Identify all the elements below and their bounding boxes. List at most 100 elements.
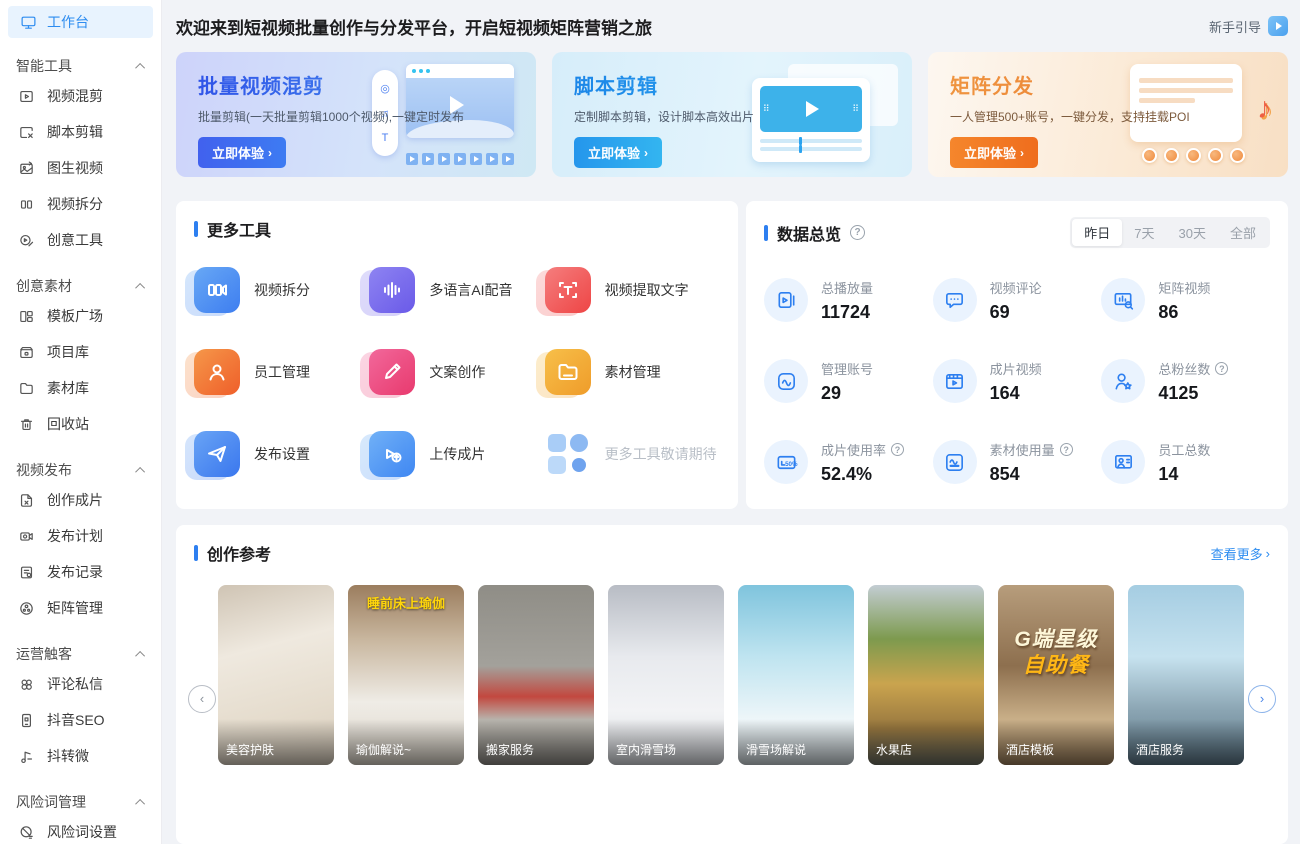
tool-more-coming[interactable]: 更多工具敬请期待 [545,431,720,477]
staff-management-icon [194,349,240,395]
sidebar-item-video-mix[interactable]: 视频混剪 [0,78,161,114]
sidebar-section-video-publish[interactable]: 视频发布 [0,458,161,482]
chevron-right-icon: › [1020,146,1024,160]
sidebar-item-label: 素材库 [47,378,89,398]
douyin-to-wechat-icon [18,748,35,765]
chevron-up-icon [135,466,145,476]
more-tools-icon [545,431,591,477]
help-icon[interactable]: ? [850,225,865,240]
try-now-button[interactable]: 立即体验› [950,137,1038,168]
finished-video-icon [933,359,977,403]
video-caption: 酒店服务 [1128,719,1244,765]
tab-30-days[interactable]: 30天 [1167,219,1218,246]
sidebar-section-creative-material[interactable]: 创意素材 [0,274,161,298]
video-thumb-skincare[interactable]: 美容护肤 [218,585,334,765]
material-usage-icon [933,440,977,484]
newbie-guide-button[interactable]: 新手引导 [1209,16,1288,36]
sidebar-item-creative-tools[interactable]: 创意工具 [0,222,161,258]
sidebar-item-matrix-management[interactable]: 矩阵管理 [0,590,161,626]
sidebar-item-douyin-seo[interactable]: 抖音SEO [0,702,161,738]
stat-staff-total: 员工总数14 [1101,440,1270,485]
sidebar-item-publish-record[interactable]: 发布记录 [0,554,161,590]
sidebar-item-douyin-to-wechat[interactable]: 抖转微 [0,738,161,774]
sidebar-item-label: 风险词设置 [47,822,117,842]
try-now-button[interactable]: 立即体验› [198,137,286,168]
sidebar-item-label: 项目库 [47,342,89,362]
video-caption: 室内滑雪场 [608,719,724,765]
creation-reference-title: 创作参考 [207,541,271,565]
tool-material-management[interactable]: 素材管理 [545,349,720,395]
tool-copywriting[interactable]: 文案创作 [369,349,544,395]
tab-all[interactable]: 全部 [1218,219,1268,246]
image-to-video-icon [18,160,35,177]
sidebar-item-create-film[interactable]: 创作成片 [0,482,161,518]
total-fans-icon [1101,359,1145,403]
banner-subtitle: 批量剪辑(一天批量剪辑1000个视频),一键定时发布 [198,108,514,125]
help-icon[interactable]: ? [1060,443,1073,456]
banner-matrix-distribution[interactable]: 矩阵分发 一人管理500+账号，一键分发，支持挂载POI 立即体验› ♪ [928,52,1288,177]
sidebar-section-risk-words[interactable]: 风险词管理 [0,790,161,814]
carousel-next-button[interactable]: › [1248,685,1276,713]
sidebar-item-label: 模板广场 [47,306,103,326]
tool-staff-management[interactable]: 员工管理 [194,349,369,395]
ai-voice-icon [369,267,415,313]
banner-batch-video-mix[interactable]: 批量视频混剪 批量剪辑(一天批量剪辑1000个视频),一键定时发布 立即体验› … [176,52,536,177]
stat-material-usage: 素材使用量?854 [933,440,1102,485]
banner-subtitle: 定制脚本剪辑，设计脚本高效出片 [574,108,890,125]
tab-yesterday[interactable]: 昨日 [1072,219,1122,246]
tool-video-split[interactable]: 视频拆分 [194,267,369,313]
video-mix-icon [18,88,35,105]
sidebar-item-recycle-bin[interactable]: 回收站 [0,406,161,442]
chevron-right-icon: › [268,146,272,160]
tool-label: 上传成片 [429,444,485,464]
sidebar-item-material-library[interactable]: 素材库 [0,370,161,406]
publish-plan-icon [18,528,35,545]
view-more-link[interactable]: 查看更多› [1211,544,1270,563]
tool-label: 员工管理 [254,362,310,382]
sidebar-item-label: 图生视频 [47,158,103,178]
video-thumb-moving-service[interactable]: 搬家服务 [478,585,594,765]
sidebar-item-template-plaza[interactable]: 模板广场 [0,298,161,334]
sidebar-item-label: 评论私信 [47,674,103,694]
video-thumb-hotel-template[interactable]: G端星级自助餐 酒店模板 [998,585,1114,765]
tool-label: 视频提取文字 [605,280,689,300]
sidebar-item-publish-plan[interactable]: 发布计划 [0,518,161,554]
tool-publish-settings[interactable]: 发布设置 [194,431,369,477]
sidebar-section-smart-tools[interactable]: 智能工具 [0,54,161,78]
sidebar-item-workbench[interactable]: 工作台 [8,6,153,38]
sidebar-item-comment-dm[interactable]: 评论私信 [0,666,161,702]
sidebar-item-video-split[interactable]: 视频拆分 [0,186,161,222]
carousel-prev-button[interactable]: ‹ [188,685,216,713]
publish-settings-icon [194,431,240,477]
try-now-button[interactable]: 立即体验› [574,137,662,168]
tool-ai-voice[interactable]: 多语言AI配音 [369,267,544,313]
tool-upload-film[interactable]: 上传成片 [369,431,544,477]
sidebar-item-project-library[interactable]: 项目库 [0,334,161,370]
video-thumb-hotel-service[interactable]: 酒店服务 [1128,585,1244,765]
script-edit-icon [18,124,35,141]
video-thumb-yoga[interactable]: 睡前床上瑜伽 瑜伽解说~ [348,585,464,765]
sidebar-item-risk-word-settings[interactable]: 风险词设置 [0,814,161,844]
post-card-illustration [1130,64,1242,142]
video-thumb-ski-commentary[interactable]: 滑雪场解说 [738,585,854,765]
sidebar-item-image-to-video[interactable]: 图生视频 [0,150,161,186]
banner-script-edit[interactable]: 脚本剪辑 定制脚本剪辑，设计脚本高效出片 立即体验› [552,52,912,177]
tab-7-days[interactable]: 7天 [1122,219,1166,246]
stat-matrix-videos: 矩阵视频86 [1101,278,1270,323]
video-thumb-fruit-shop[interactable]: 水果店 [868,585,984,765]
sidebar-section-operation[interactable]: 运营触客 [0,642,161,666]
sidebar-item-script-edit[interactable]: 脚本剪辑 [0,114,161,150]
sidebar-item-label: 回收站 [47,414,89,434]
video-caption: 酒店模板 [998,719,1114,765]
more-tools-title: 更多工具 [207,217,271,241]
managed-accounts-icon [764,359,808,403]
play-guide-icon[interactable] [1268,16,1288,36]
video-carousel: 美容护肤 睡前床上瑜伽 瑜伽解说~ 搬家服务 室内滑雪场 滑雪场解说 水果店 [194,585,1270,765]
douyin-seo-icon [18,712,35,729]
video-thumb-indoor-ski[interactable]: 室内滑雪场 [608,585,724,765]
extract-text-icon [545,267,591,313]
sidebar-item-label: 创作成片 [47,490,103,510]
tool-extract-text[interactable]: 视频提取文字 [545,267,720,313]
help-icon[interactable]: ? [891,443,904,456]
help-icon[interactable]: ? [1215,362,1228,375]
